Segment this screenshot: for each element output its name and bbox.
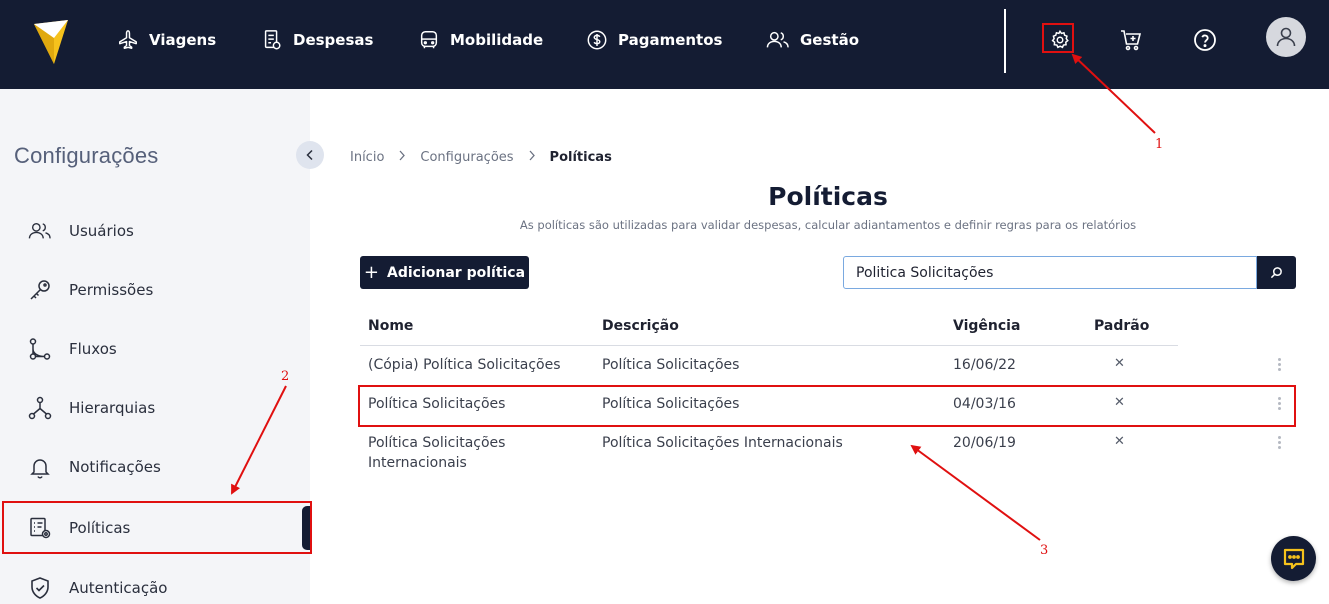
- sidebar: Configurações Usuários Permissões Fluxos…: [0, 89, 310, 604]
- sidebar-item-hierarquias[interactable]: Hierarquias: [0, 383, 310, 433]
- cell-date: 20/06/19: [953, 435, 1016, 451]
- sidebar-item-usuarios[interactable]: Usuários: [0, 206, 310, 256]
- cart-button[interactable]: [1116, 26, 1146, 54]
- column-header-vigencia[interactable]: Vigência: [953, 318, 1020, 334]
- brand-logo-icon[interactable]: [34, 18, 68, 64]
- nav-divider: [1004, 9, 1006, 73]
- close-icon: ✕: [1114, 356, 1125, 371]
- help-icon: [1194, 29, 1216, 51]
- sidebar-item-autenticacao[interactable]: Autenticação: [0, 563, 310, 604]
- breadcrumb: Início Configurações Políticas: [350, 150, 612, 165]
- nav-item-gestao[interactable]: Gestão: [766, 27, 859, 53]
- sidebar-item-notificacoes[interactable]: Notificações: [0, 442, 310, 492]
- nav-item-label: Despesas: [293, 31, 374, 49]
- policy-icon: [30, 517, 51, 539]
- plus-icon: +: [363, 262, 380, 283]
- nav-item-label: Mobilidade: [450, 31, 544, 49]
- cell-name: Política Solicitações: [368, 435, 506, 451]
- sidebar-item-label: Autenticação: [69, 579, 168, 597]
- nav-item-pagamentos[interactable]: Pagamentos: [586, 27, 722, 53]
- top-navbar: Viagens Despesas Mobilidade Pagamentos G…: [0, 0, 1329, 89]
- breadcrumb-item-current: Políticas: [549, 150, 612, 165]
- annotation-arrow-3: [910, 444, 1041, 541]
- close-icon: ✕: [1114, 434, 1125, 449]
- sidebar-item-politicas[interactable]: Políticas: [0, 503, 310, 553]
- cell-description: Política Solicitações: [602, 357, 740, 373]
- breadcrumb-item-inicio[interactable]: Início: [350, 150, 384, 165]
- column-header-nome[interactable]: Nome: [368, 318, 413, 334]
- sidebar-item-fluxos[interactable]: Fluxos: [0, 324, 310, 374]
- user-avatar-icon: [1276, 27, 1296, 47]
- search-button[interactable]: [1257, 256, 1296, 289]
- users-icon: [766, 31, 789, 48]
- chat-icon: [1283, 548, 1304, 569]
- user-avatar[interactable]: [1266, 17, 1306, 57]
- page-title: Políticas: [768, 182, 888, 211]
- close-icon: ✕: [1114, 395, 1125, 410]
- settings-button[interactable]: [1045, 26, 1075, 54]
- cart-plus-icon: [1121, 30, 1142, 51]
- sidebar-item-label: Permissões: [69, 281, 154, 299]
- breadcrumb-item-configuracoes[interactable]: Configurações: [420, 150, 513, 165]
- users-icon: [28, 222, 51, 239]
- shield-icon: [31, 577, 49, 599]
- cell-date: 16/06/22: [953, 357, 1016, 373]
- chat-widget-button[interactable]: [1271, 536, 1316, 581]
- cell-name: Política Solicitações: [368, 396, 506, 412]
- row-menu-button[interactable]: [1277, 358, 1281, 371]
- sidebar-item-label: Usuários: [69, 222, 134, 240]
- key-icon: [30, 280, 50, 300]
- annotation-number: 2: [281, 369, 290, 384]
- nav-item-label: Gestão: [800, 31, 860, 49]
- bell-icon: [30, 459, 50, 479]
- nav-item-despesas[interactable]: Despesas: [261, 27, 373, 53]
- nav-item-mobilidade[interactable]: Mobilidade: [418, 27, 543, 53]
- sidebar-item-label: Políticas: [69, 519, 131, 537]
- search-input[interactable]: [843, 256, 1257, 289]
- add-policy-button[interactable]: + Adicionar política: [360, 256, 529, 289]
- cell-date: 04/03/16: [953, 396, 1016, 412]
- annotation-number: 1: [1155, 137, 1164, 152]
- airplane-icon: [119, 30, 137, 49]
- cell-description: Política Solicitações Internacionais: [602, 435, 843, 451]
- row-divider: [360, 425, 1296, 426]
- sidebar-item-label: Fluxos: [69, 340, 117, 358]
- search-icon: [1270, 267, 1282, 279]
- sidebar-title: Configurações: [14, 143, 159, 168]
- row-menu-button[interactable]: [1277, 436, 1281, 449]
- breadcrumb-chevron-icon: [528, 150, 536, 165]
- dollar-icon: [587, 30, 607, 50]
- row-divider: [360, 385, 1296, 386]
- row-menu-button[interactable]: [1277, 397, 1281, 410]
- gear-icon: [1051, 29, 1069, 49]
- column-header-descricao[interactable]: Descrição: [602, 318, 679, 334]
- column-header-padrao[interactable]: Padrão: [1094, 318, 1149, 334]
- header-divider: [360, 345, 1178, 346]
- hierarchy-icon: [28, 396, 52, 420]
- receipt-icon: [264, 30, 281, 50]
- cell-description: Política Solicitações: [602, 396, 740, 412]
- add-policy-label: Adicionar política: [387, 264, 526, 281]
- car-icon: [420, 31, 438, 49]
- annotation-number: 3: [1040, 543, 1049, 558]
- sidebar-item-label: Notificações: [69, 458, 161, 476]
- breadcrumb-chevron-icon: [398, 150, 406, 165]
- help-button[interactable]: [1190, 26, 1220, 54]
- nav-item-label: Pagamentos: [618, 31, 723, 49]
- flow-icon: [29, 338, 51, 360]
- page-subtitle: As políticas são utilizadas para validar…: [519, 218, 1137, 232]
- cell-name: (Cópia) Política Solicitações: [368, 357, 561, 373]
- nav-item-viagens[interactable]: Viagens: [117, 27, 216, 53]
- sidebar-item-label: Hierarquias: [69, 399, 156, 417]
- nav-item-label: Viagens: [149, 31, 217, 49]
- chevron-left-icon: [306, 149, 313, 161]
- cell-name-continued: Internacionais: [368, 455, 467, 471]
- sidebar-collapse-button[interactable]: [296, 141, 324, 169]
- sidebar-item-permissoes[interactable]: Permissões: [0, 265, 310, 315]
